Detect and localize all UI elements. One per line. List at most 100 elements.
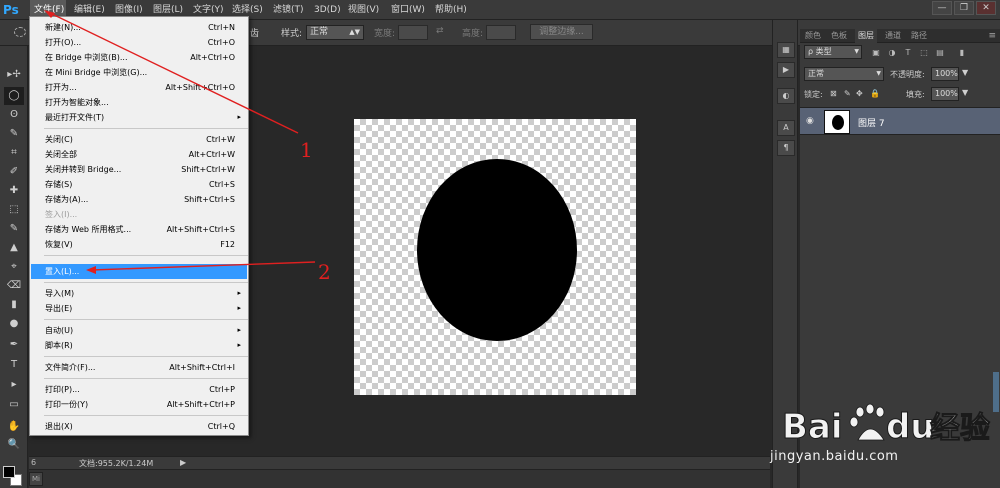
- menu-item-print-one-copy[interactable]: 打印一份(Y) Alt+Shift+Ctrl+P: [31, 397, 247, 412]
- menu-item-open[interactable]: 打开(O)... Ctrl+O: [31, 35, 247, 50]
- rectangle-tool-icon[interactable]: ▭: [4, 396, 24, 414]
- fill-dropdown-icon[interactable]: ▼: [962, 88, 968, 97]
- mini-bridge-tab[interactable]: Mi: [29, 472, 43, 486]
- menu-item-print[interactable]: 打印(P)... Ctrl+P: [31, 382, 247, 397]
- type-tool-icon[interactable]: T: [4, 356, 24, 374]
- submenu-arrow-icon: ▸: [237, 341, 241, 349]
- tab-layers[interactable]: 图层: [855, 29, 877, 43]
- minimize-icon[interactable]: —: [932, 1, 952, 15]
- history-panel-icon[interactable]: ▦: [777, 42, 795, 58]
- height-input[interactable]: [486, 25, 516, 40]
- menu-item-recent-files[interactable]: 最近打开文件(T) ▸: [31, 110, 247, 125]
- menu-item-automate[interactable]: 自动(U) ▸: [31, 323, 247, 338]
- elliptical-marquee-icon[interactable]: [14, 27, 26, 37]
- tab-swatches[interactable]: 色板: [828, 29, 850, 43]
- menu-view[interactable]: 视图(V): [348, 0, 379, 20]
- character-panel-icon[interactable]: A: [777, 120, 795, 136]
- lasso-tool-icon[interactable]: ʘ: [4, 106, 24, 124]
- lock-position-icon[interactable]: ✥: [856, 89, 863, 98]
- actions-panel-icon[interactable]: ▶: [777, 62, 795, 78]
- blend-mode-select[interactable]: 正常 ▼: [804, 67, 884, 81]
- adjustments-panel-icon[interactable]: ◐: [777, 88, 795, 104]
- menu-item-browse-mini-bridge[interactable]: 在 Mini Bridge 中浏览(G)...: [31, 65, 247, 80]
- menu-item-exit[interactable]: 退出(X) Ctrl+Q: [31, 419, 247, 434]
- eraser-tool-icon[interactable]: ⌖: [4, 258, 24, 276]
- tab-color[interactable]: 颜色: [802, 29, 824, 43]
- filter-pixel-icon[interactable]: ▣: [870, 47, 882, 58]
- brush-tool-icon[interactable]: ⬚: [4, 201, 24, 219]
- blur-tool-icon[interactable]: ▮: [4, 296, 24, 314]
- history-brush-tool-icon[interactable]: ▲: [4, 239, 24, 257]
- layer-name[interactable]: 图层 7: [858, 116, 885, 129]
- filter-smart-object-icon[interactable]: ▤: [934, 47, 946, 58]
- menu-item-new[interactable]: 新建(N)... Ctrl+N: [31, 20, 247, 35]
- gradient-tool-icon[interactable]: ⌫: [4, 277, 24, 295]
- document-canvas[interactable]: [354, 119, 636, 395]
- menu-filter[interactable]: 滤镜(T): [273, 0, 304, 20]
- eyedropper-tool-icon[interactable]: ✐: [4, 163, 24, 181]
- paragraph-panel-icon[interactable]: ¶: [777, 140, 795, 156]
- restore-icon[interactable]: ❐: [954, 1, 974, 15]
- opacity-dropdown-icon[interactable]: ▼: [962, 68, 968, 77]
- menu-3d[interactable]: 3D(D): [314, 0, 341, 20]
- menu-item-save[interactable]: 存储(S) Ctrl+S: [31, 177, 247, 192]
- layer-row[interactable]: ◉ 图层 7: [800, 107, 1000, 135]
- menu-item-revert[interactable]: 恢复(V) F12: [31, 237, 247, 252]
- menu-window[interactable]: 窗口(W): [391, 0, 425, 20]
- lock-image-icon[interactable]: ✎: [844, 89, 851, 98]
- menu-item-import[interactable]: 导入(M) ▸: [31, 286, 247, 301]
- style-select[interactable]: 正常 ▲▼: [306, 25, 364, 40]
- menu-item-place[interactable]: 置入(L)...: [31, 264, 247, 279]
- menu-item-save-as[interactable]: 存储为(A)... Shift+Ctrl+S: [31, 192, 247, 207]
- menu-item-scripts[interactable]: 脚本(R) ▸: [31, 338, 247, 353]
- refine-edge-button[interactable]: 调整边缘...: [530, 24, 593, 40]
- path-selection-tool-icon[interactable]: ▸: [4, 376, 24, 394]
- move-tool-icon[interactable]: ▸✢: [4, 66, 24, 84]
- lock-all-icon[interactable]: 🔒: [870, 89, 880, 98]
- foreground-color-swatch[interactable]: [3, 466, 15, 478]
- fill-input[interactable]: 100%: [931, 87, 959, 101]
- width-input[interactable]: [398, 25, 428, 40]
- clone-stamp-tool-icon[interactable]: ✎: [4, 220, 24, 238]
- photoshop-logo: Ps: [3, 3, 19, 17]
- status-menu-arrow-icon[interactable]: ▶: [180, 458, 186, 467]
- tab-channels[interactable]: 通道: [882, 29, 904, 43]
- menu-item-browse-bridge[interactable]: 在 Bridge 中浏览(B)... Alt+Ctrl+O: [31, 50, 247, 65]
- menu-separator: [44, 319, 248, 320]
- filter-type-icon[interactable]: T: [902, 47, 914, 58]
- elliptical-marquee-tool-icon[interactable]: ◯: [4, 87, 24, 105]
- window-controls: — ❐ ✕: [930, 1, 996, 17]
- width-label: 宽度:: [374, 29, 396, 39]
- filter-toggle-icon[interactable]: ▮: [956, 47, 968, 58]
- menu-item-open-smart-object[interactable]: 打开为智能对象...: [31, 95, 247, 110]
- swap-icon[interactable]: ⇄: [436, 26, 444, 36]
- filter-adjustment-icon[interactable]: ◑: [886, 47, 898, 58]
- layer-filter-select[interactable]: ρ 类型 ▼: [804, 45, 862, 59]
- filter-shape-icon[interactable]: ⬚: [918, 47, 930, 58]
- crop-tool-icon[interactable]: ⌗: [4, 144, 24, 162]
- zoom-tool-icon[interactable]: 🔍: [4, 436, 24, 454]
- menu-item-close-go-bridge[interactable]: 关闭并转到 Bridge... Shift+Ctrl+W: [31, 162, 247, 177]
- close-icon[interactable]: ✕: [976, 1, 996, 15]
- dodge-tool-icon[interactable]: ●: [4, 315, 24, 333]
- quick-selection-tool-icon[interactable]: ✎: [4, 125, 24, 143]
- menu-item-close-all[interactable]: 关闭全部 Alt+Ctrl+W: [31, 147, 247, 162]
- menu-item-open-as[interactable]: 打开为... Alt+Shift+Ctrl+O: [31, 80, 247, 95]
- menu-item-close[interactable]: 关闭(C) Ctrl+W: [31, 132, 247, 147]
- anti-alias-label: 齿: [250, 29, 260, 39]
- opacity-input[interactable]: 100%: [931, 67, 959, 81]
- zoom-readout[interactable]: 6: [31, 458, 36, 467]
- hand-tool-icon[interactable]: ✋: [4, 418, 24, 436]
- menu-item-export[interactable]: 导出(E) ▸: [31, 301, 247, 316]
- black-ellipse-shape[interactable]: [417, 159, 577, 341]
- panel-menu-icon[interactable]: ≡: [988, 29, 996, 43]
- menu-item-save-for-web[interactable]: 存储为 Web 所用格式... Alt+Shift+Ctrl+S: [31, 222, 247, 237]
- healing-brush-tool-icon[interactable]: ✚: [4, 182, 24, 200]
- menu-help[interactable]: 帮助(H): [435, 0, 467, 20]
- tab-paths[interactable]: 路径: [908, 29, 930, 43]
- eye-icon[interactable]: ◉: [806, 116, 814, 126]
- lock-transparent-icon[interactable]: ⊠: [830, 89, 837, 98]
- height-label: 高度:: [462, 29, 484, 39]
- pen-tool-icon[interactable]: ✒: [4, 336, 24, 354]
- menu-item-file-info[interactable]: 文件简介(F)... Alt+Shift+Ctrl+I: [31, 360, 247, 375]
